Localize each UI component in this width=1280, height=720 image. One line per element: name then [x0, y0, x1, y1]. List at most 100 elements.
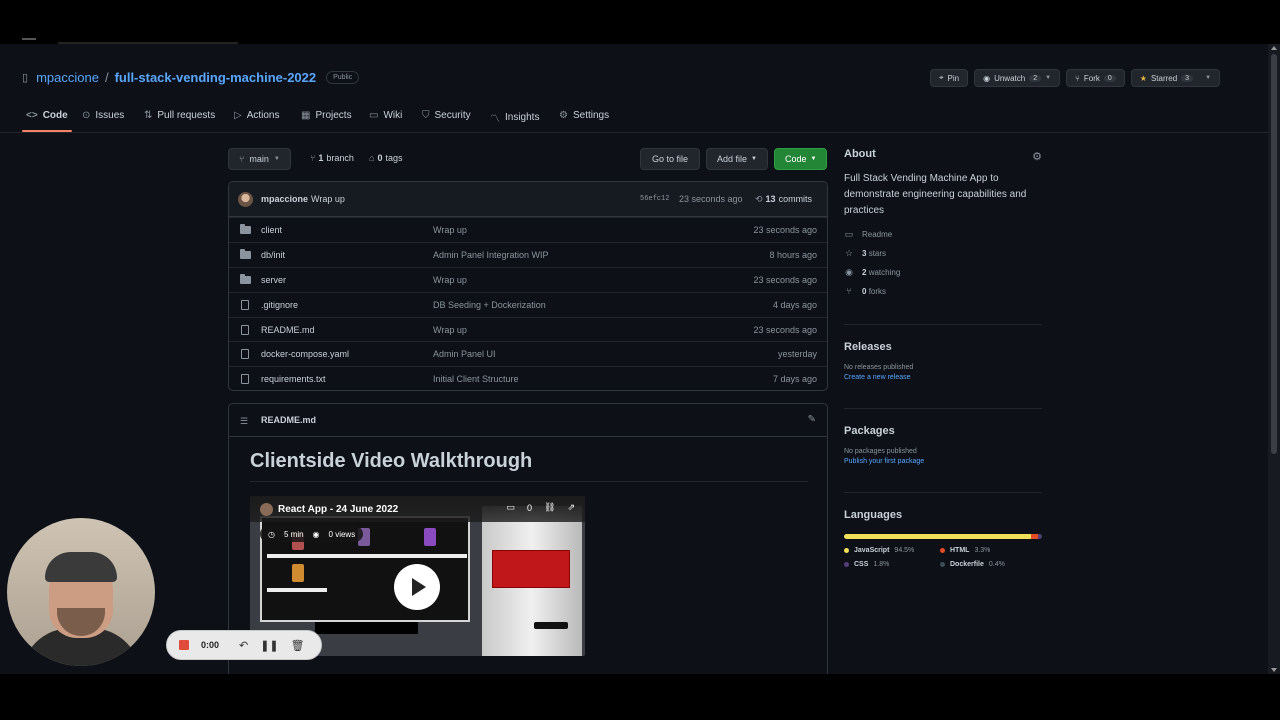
repo-icon: ▯	[22, 72, 29, 84]
video-title[interactable]: React App - 24 June 2022	[278, 504, 398, 515]
file-browser: mpaccione Wrap up 56efc12 23 seconds ago…	[228, 181, 828, 391]
language-item[interactable]: JavaScript 94.5%	[844, 547, 940, 554]
language-bar-segment	[844, 534, 1032, 539]
repo-tabs: <> Code ⊙ Issues ⇅ Pull requests ▷ Actio…	[0, 104, 1268, 133]
stop-recording-icon[interactable]	[179, 640, 189, 650]
tab-code[interactable]: <> Code	[26, 110, 68, 121]
watching-link[interactable]: ◉ 2 watching	[844, 267, 1044, 278]
file-time: yesterday	[777, 349, 817, 360]
tab-actions-label: Actions	[246, 110, 280, 121]
file-row[interactable]: server Wrap up 23 seconds ago	[229, 266, 827, 292]
stars-link[interactable]: ☆ 3 stars	[844, 248, 1044, 259]
tab-actions[interactable]: ▷ Actions	[234, 110, 280, 121]
file-row[interactable]: requirements.txt Initial Client Structur…	[229, 366, 827, 390]
page-scrollbar[interactable]	[1268, 44, 1280, 674]
file-commit-message[interactable]: Initial Client Structure	[433, 374, 519, 384]
language-bar-segment	[1041, 534, 1042, 539]
repo-owner-link[interactable]: mpaccione	[36, 70, 99, 85]
tab-wiki[interactable]: ▭ Wiki	[369, 110, 402, 121]
star-list-dropdown-icon[interactable]: ▼	[1205, 75, 1211, 81]
forks-count: 0	[862, 286, 867, 296]
file-name[interactable]: db/init	[261, 250, 285, 260]
tab-projects-label: Projects	[315, 110, 352, 121]
divider	[844, 408, 1042, 409]
file-name[interactable]: docker-compose.yaml	[261, 349, 349, 359]
language-name: CSS	[854, 561, 869, 568]
go-to-file-button[interactable]: Go to file	[640, 148, 701, 170]
packages-heading[interactable]: Packages	[844, 425, 1044, 437]
tags-link[interactable]: ⌂ 0 tags	[369, 153, 402, 163]
tab-pull-requests[interactable]: ⇅ Pull requests	[144, 110, 215, 121]
readme-link-label: Readme	[862, 230, 893, 239]
publish-package-link[interactable]: Publish your first package	[844, 458, 1044, 465]
file-time: 23 seconds ago	[753, 225, 817, 235]
pause-icon[interactable]: ❚❚	[260, 639, 278, 652]
file-commit-message[interactable]: DB Seeding + Dockerization	[433, 300, 546, 310]
fork-icon: ⑂	[1075, 73, 1080, 83]
fork-button[interactable]: ⑂ Fork 0	[1066, 69, 1125, 87]
list-icon[interactable]: ☰	[240, 416, 248, 427]
languages-section: Languages JavaScript 94.5% HTML 3.3% CSS 1.…	[844, 509, 1044, 568]
trash-icon[interactable]: 🗑	[291, 639, 305, 652]
tab-security[interactable]: ⛉ Security	[422, 110, 471, 121]
language-item[interactable]: Dockerfile 0.4%	[940, 561, 1040, 568]
language-dot	[940, 548, 945, 553]
repo-name-link[interactable]: full-stack-vending-machine-2022	[115, 70, 317, 85]
packages-section: Packages No packages published Publish y…	[844, 425, 1044, 465]
file-name[interactable]: requirements.txt	[261, 374, 326, 384]
tab-settings[interactable]: ⚙ Settings	[559, 110, 609, 121]
starred-button[interactable]: ★ Starred 3 ▼	[1130, 69, 1221, 87]
scrollbar-thumb[interactable]	[1271, 54, 1277, 454]
create-release-link[interactable]: Create a new release	[844, 374, 1044, 381]
branch-select-button[interactable]: ⑂ main ▼	[228, 148, 291, 170]
play-button[interactable]	[394, 564, 440, 610]
commit-message[interactable]: Wrap up	[311, 194, 345, 204]
tab-issues[interactable]: ⊙ Issues	[82, 110, 124, 121]
file-commit-message[interactable]: Admin Panel Integration WIP	[433, 250, 549, 260]
file-name[interactable]: README.md	[261, 325, 315, 335]
commit-sha[interactable]: 56efc12	[640, 195, 669, 203]
commits-link[interactable]: ⟲ 13 commits	[755, 194, 812, 205]
unwatch-button[interactable]: ◉ Unwatch 2 ▼	[974, 69, 1061, 87]
file-name[interactable]: .gitignore	[261, 300, 298, 310]
file-row[interactable]: .gitignore DB Seeding + Dockerization 4 …	[229, 291, 827, 317]
file-row[interactable]: client Wrap up 23 seconds ago	[229, 217, 827, 242]
file-name[interactable]: server	[261, 275, 286, 285]
chevron-down-icon: ▼	[1045, 75, 1052, 81]
language-item[interactable]: HTML 3.3%	[940, 547, 1040, 554]
forks-link[interactable]: ⑂ 0 forks	[844, 286, 1044, 296]
file-row[interactable]: README.md Wrap up 23 seconds ago	[229, 316, 827, 342]
issue-icon: ⊙	[82, 110, 91, 121]
commit-author[interactable]: mpaccione	[261, 194, 308, 204]
releases-heading[interactable]: Releases	[844, 341, 1044, 353]
avatar[interactable]	[238, 192, 253, 207]
comment-icon[interactable]: ▭	[506, 502, 515, 513]
pencil-icon[interactable]: ✎	[808, 414, 816, 425]
add-file-button[interactable]: Add file ▼	[706, 148, 768, 170]
pin-button[interactable]: ⌖ Pin	[930, 69, 969, 87]
file-commit-message[interactable]: Wrap up	[433, 275, 467, 285]
scroll-down-icon[interactable]	[1271, 668, 1277, 672]
tab-insights[interactable]: 〽 Insights	[490, 110, 539, 125]
file-commit-message[interactable]: Admin Panel UI	[433, 349, 496, 359]
chevron-down-icon: ▼	[810, 156, 817, 162]
readme-link[interactable]: ▭ Readme	[844, 229, 1044, 240]
external-link-icon[interactable]: ⇗	[567, 502, 575, 513]
link-icon[interactable]: ⛓	[544, 502, 555, 513]
file-row[interactable]: docker-compose.yaml Admin Panel UI yeste…	[229, 341, 827, 366]
webcam-overlay	[7, 518, 155, 666]
undo-icon[interactable]: ↶	[239, 639, 248, 652]
language-item[interactable]: CSS 1.8%	[844, 561, 940, 568]
gear-icon[interactable]: ⚙	[1032, 150, 1042, 163]
tab-projects[interactable]: ▦ Projects	[301, 110, 352, 121]
scroll-up-icon[interactable]	[1271, 46, 1277, 50]
star-filled-icon: ★	[1139, 73, 1147, 83]
comment-count: 0	[527, 502, 533, 513]
file-commit-message[interactable]: Wrap up	[433, 325, 467, 335]
branches-link[interactable]: ⑂ 1 branch	[310, 153, 354, 163]
file-commit-message[interactable]: Wrap up	[433, 225, 467, 235]
code-dropdown-button[interactable]: Code ▼	[774, 148, 828, 170]
file-row[interactable]: db/init Admin Panel Integration WIP 8 ho…	[229, 241, 827, 267]
file-name[interactable]: client	[261, 225, 282, 235]
tab-pull-requests-label: Pull requests	[157, 110, 216, 121]
